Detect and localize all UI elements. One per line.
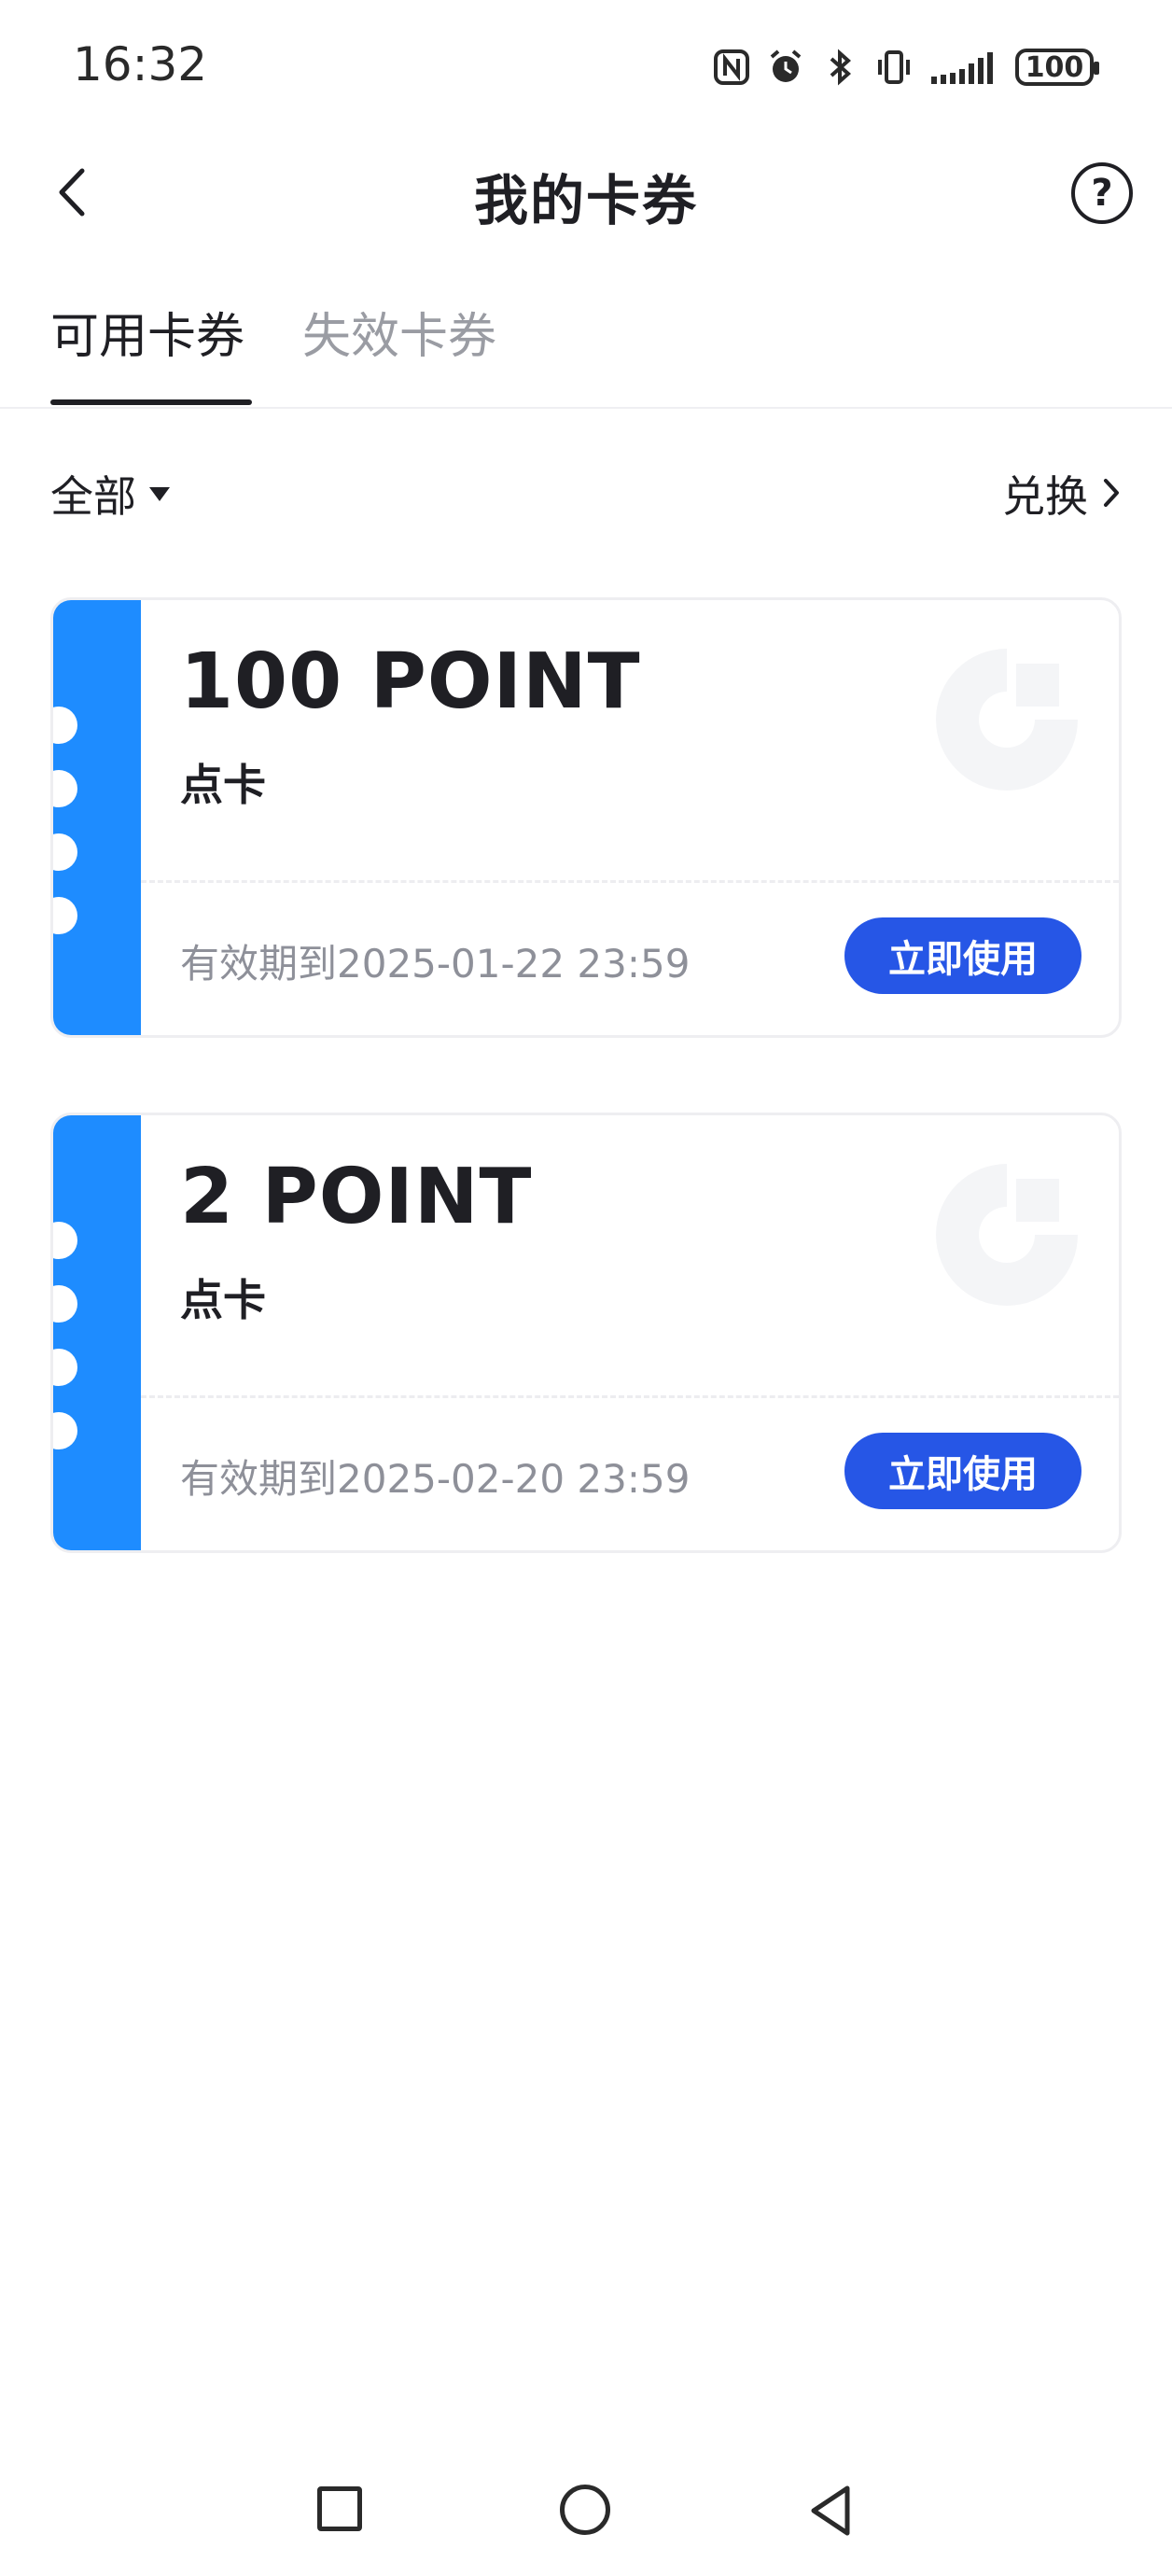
- battery-icon: 100: [1015, 49, 1099, 86]
- exchange-label: 兑换: [1002, 471, 1088, 522]
- coupon-stripe: [53, 1115, 141, 1550]
- page-title: 我的卡券: [473, 169, 698, 232]
- filter-label: 全部: [50, 471, 136, 522]
- coupon-points: 100 POINT: [180, 637, 641, 726]
- coupon-type: 点卡: [180, 760, 266, 810]
- home-icon[interactable]: [560, 2485, 610, 2535]
- recent-apps-icon[interactable]: [317, 2486, 362, 2531]
- tab-divider: [0, 407, 1172, 409]
- coupon-card: 2 POINT 点卡 有效期到2025-02-20 23:59 立即使用: [50, 1113, 1122, 1553]
- coupon-stripe: [53, 600, 141, 1035]
- question-circle-icon: ?: [1091, 172, 1113, 215]
- chevron-right-icon: [1101, 469, 1122, 519]
- coupon-expiry: 有效期到2025-02-20 23:59: [180, 1456, 691, 1502]
- use-now-button[interactable]: 立即使用: [844, 1433, 1081, 1509]
- coupon-divider: [141, 1395, 1119, 1398]
- back-icon[interactable]: [804, 2483, 857, 2539]
- coupon-type: 点卡: [180, 1275, 266, 1325]
- signal-icon: [929, 49, 998, 86]
- use-now-button[interactable]: 立即使用: [844, 917, 1081, 994]
- coupon-card: 100 POINT 点卡 有效期到2025-01-22 23:59 立即使用: [50, 597, 1122, 1038]
- vibrate-icon: [875, 49, 913, 86]
- tab-available[interactable]: 可用卡券: [50, 297, 244, 367]
- help-button[interactable]: ?: [1071, 162, 1133, 224]
- caret-down-icon: [149, 486, 170, 501]
- brand-watermark-icon: [923, 1151, 1091, 1319]
- alarm-icon: [767, 49, 804, 86]
- status-icons: 100: [713, 41, 1099, 93]
- tab-indicator: [50, 399, 252, 405]
- nfc-icon: [713, 49, 750, 86]
- status-time: 16:32: [73, 37, 208, 91]
- bluetooth-icon: [821, 49, 858, 86]
- filter-dropdown[interactable]: 全部: [50, 463, 170, 525]
- coupon-expiry: 有效期到2025-01-22 23:59: [180, 941, 691, 987]
- coupon-divider: [141, 880, 1119, 883]
- exchange-link[interactable]: 兑换: [1002, 463, 1122, 525]
- coupon-points: 2 POINT: [180, 1153, 533, 1241]
- brand-watermark-icon: [923, 636, 1091, 804]
- tab-expired[interactable]: 失效卡券: [302, 297, 496, 367]
